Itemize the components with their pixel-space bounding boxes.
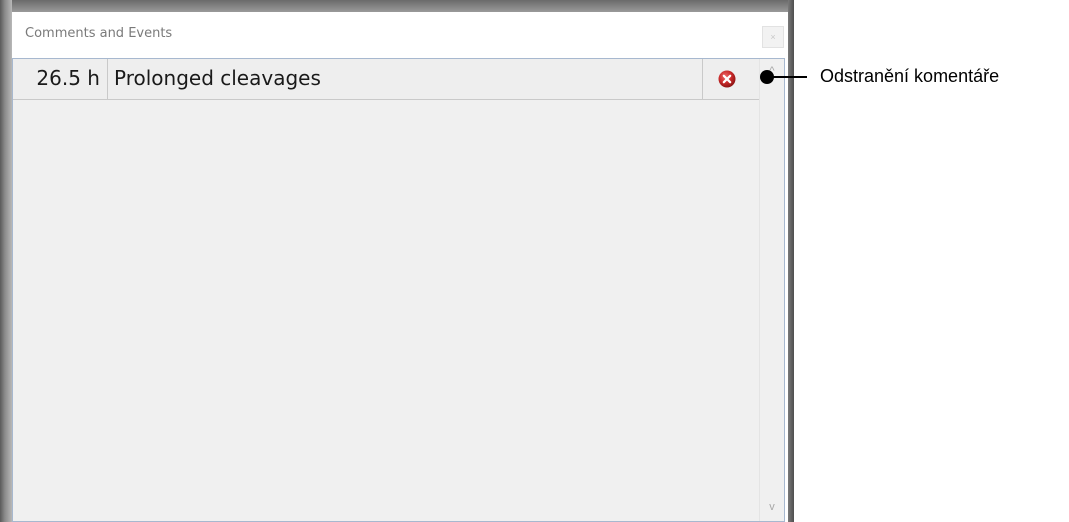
window-frame-top bbox=[0, 0, 794, 12]
comments-list: 26.5 h Prolonged cleavages ^ v bbox=[12, 58, 785, 522]
vertical-scrollbar[interactable]: ^ v bbox=[759, 59, 784, 521]
window-frame-left bbox=[0, 0, 12, 522]
comment-text[interactable]: Prolonged cleavages bbox=[108, 59, 703, 99]
title-bar[interactable]: Comments and Events × bbox=[12, 12, 788, 58]
comment-time: 26.5 h bbox=[13, 59, 108, 99]
callout-leader-line bbox=[772, 76, 807, 78]
window-frame-right bbox=[788, 0, 794, 522]
window-title: Comments and Events bbox=[25, 26, 173, 41]
comment-row[interactable]: 26.5 h Prolonged cleavages bbox=[13, 59, 759, 100]
callout-label: Odstranění komentáře bbox=[820, 66, 1000, 86]
comments-and-events-window: Comments and Events × 26.5 h Prolonged c… bbox=[12, 12, 788, 522]
close-button[interactable]: × bbox=[762, 26, 784, 48]
delete-comment-icon[interactable] bbox=[718, 70, 736, 88]
scroll-down-arrow-icon[interactable]: v bbox=[760, 497, 784, 517]
close-icon: × bbox=[770, 32, 776, 42]
stage: Comments and Events × 26.5 h Prolonged c… bbox=[0, 0, 1069, 522]
comment-action-cell bbox=[703, 59, 759, 99]
